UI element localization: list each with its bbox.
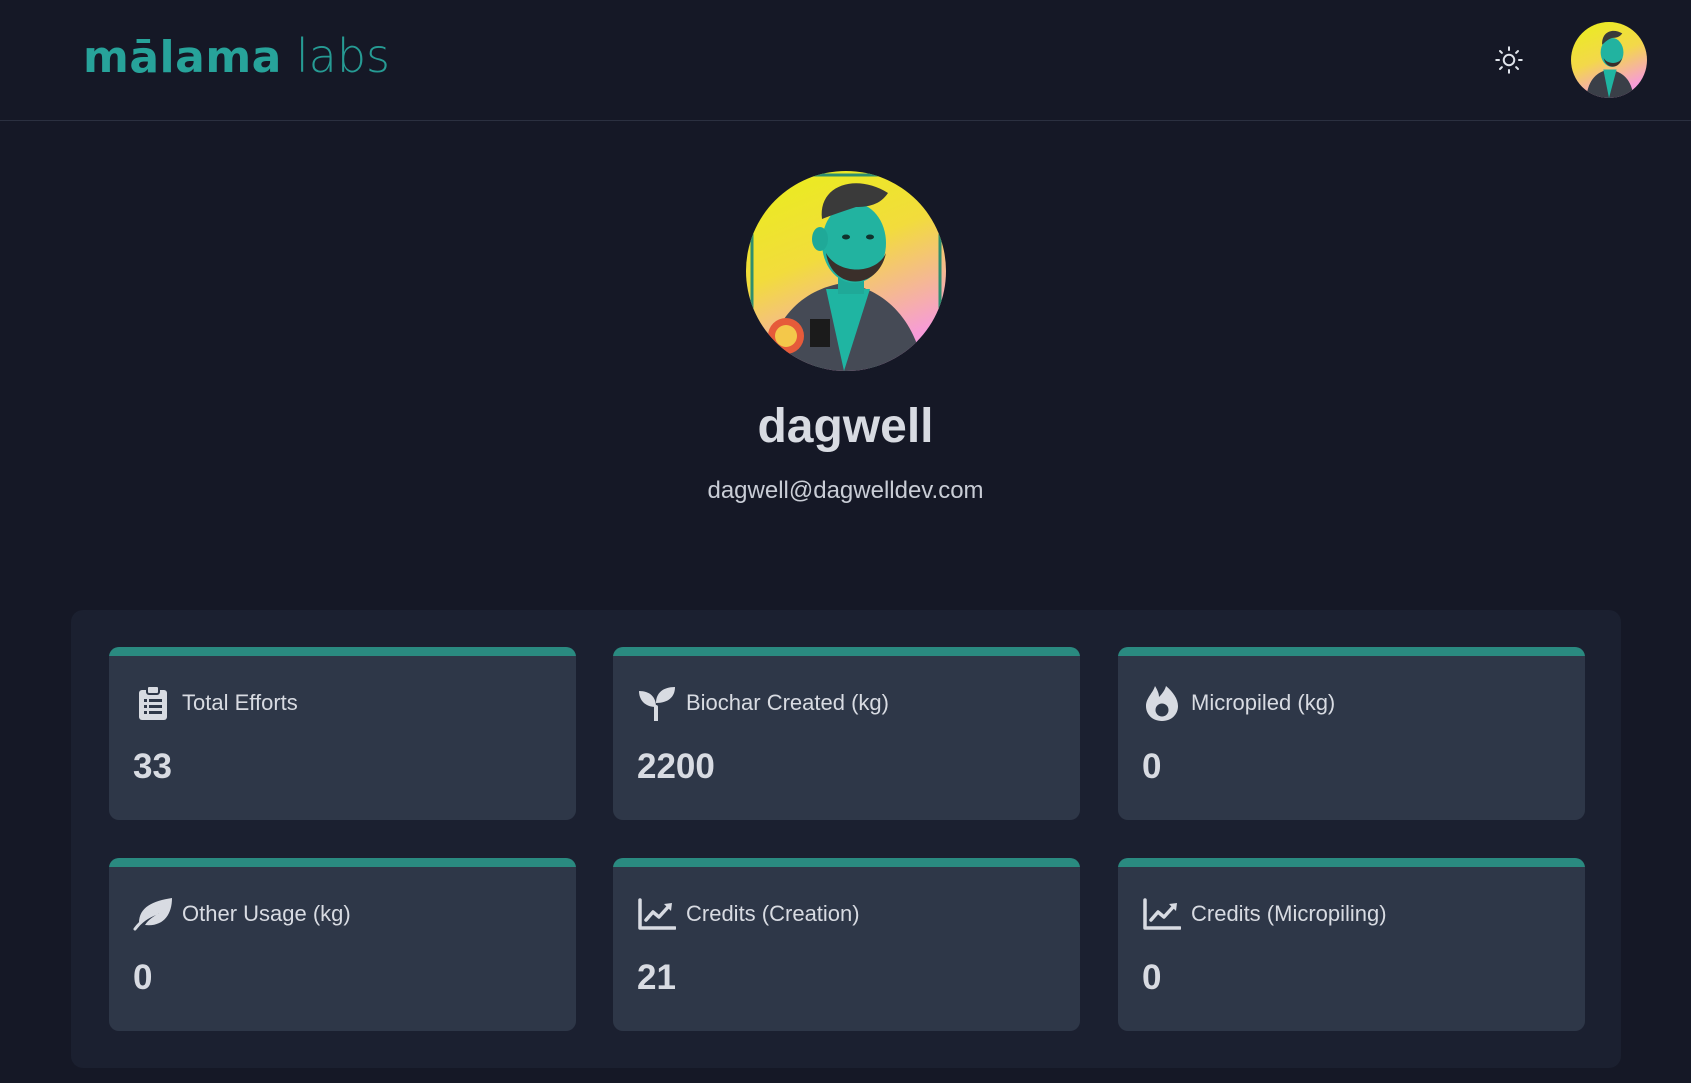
stat-label: Micropiled (kg) — [1191, 690, 1336, 715]
clipboard-icon — [133, 683, 173, 723]
stat-card-other-usage: Other Usage (kg) 0 — [109, 858, 576, 1031]
stat-value: 0 — [133, 958, 153, 997]
stats-panel: Total Efforts 33 Biochar Created (kg) 22… — [71, 610, 1621, 1068]
card-accent-bar — [1118, 647, 1585, 656]
stat-card-credits-micropiling: Credits (Micropiling) 0 — [1118, 858, 1585, 1031]
profile-avatar — [746, 171, 946, 371]
card-accent-bar — [109, 858, 576, 867]
stat-card-micropiled: Micropiled (kg) 0 — [1118, 647, 1585, 820]
brand-logo[interactable]: mālama labs — [83, 28, 390, 84]
card-accent-bar — [1118, 858, 1585, 867]
top-navbar: mālama labs — [0, 0, 1691, 121]
user-avatar-button[interactable] — [1571, 22, 1647, 98]
leaf-icon — [133, 894, 173, 934]
stat-value: 2200 — [637, 747, 715, 786]
seedling-icon — [637, 683, 677, 723]
profile-email: dagwell@dagwelldev.com — [707, 477, 984, 504]
card-accent-bar — [109, 647, 576, 656]
stat-value: 0 — [1142, 958, 1162, 997]
stat-card-biochar-created: Biochar Created (kg) 2200 — [613, 647, 1080, 820]
stat-value: 0 — [1142, 747, 1162, 786]
stat-card-credits-creation: Credits (Creation) 21 — [613, 858, 1080, 1031]
chart-line-icon — [1142, 894, 1182, 934]
stat-value: 33 — [133, 747, 172, 786]
stat-label: Biochar Created (kg) — [686, 690, 889, 715]
stat-label: Total Efforts — [182, 690, 298, 715]
stat-card-total-efforts: Total Efforts 33 — [109, 647, 576, 820]
theme-toggle-button[interactable] — [1489, 40, 1529, 80]
logo-wordmark-light: labs — [295, 29, 390, 83]
card-accent-bar — [613, 647, 1080, 656]
logo-wordmark-bold: mālama — [83, 32, 282, 83]
flame-icon — [1142, 683, 1182, 723]
chart-line-icon — [637, 894, 677, 934]
stat-value: 21 — [637, 958, 676, 997]
stat-label: Credits (Creation) — [686, 901, 860, 926]
stat-label: Credits (Micropiling) — [1191, 901, 1387, 926]
profile-username: dagwell — [757, 400, 934, 453]
avatar — [746, 171, 946, 371]
sun-icon — [1495, 46, 1523, 74]
stat-label: Other Usage (kg) — [182, 901, 351, 926]
avatar — [1571, 22, 1647, 98]
card-accent-bar — [613, 858, 1080, 867]
